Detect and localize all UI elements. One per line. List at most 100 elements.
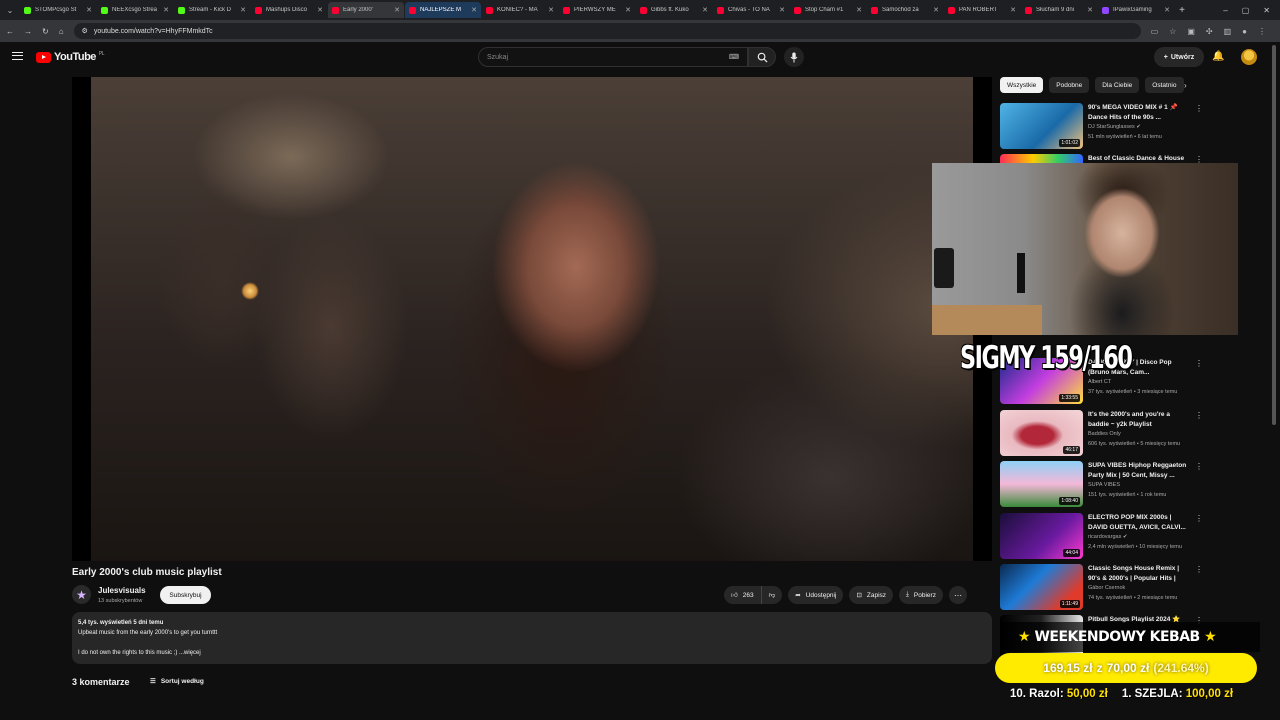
video-menu-icon[interactable]: ⋮ [1195, 359, 1203, 368]
video-thumbnail[interactable]: 46:17 [1000, 410, 1083, 456]
tab-close-icon[interactable]: ✕ [163, 6, 169, 14]
new-tab-button[interactable]: + [1175, 5, 1189, 16]
search-input[interactable]: Szukaj ⌨ [478, 47, 748, 67]
channel-avatar[interactable]: ★ [72, 585, 91, 604]
address-bar[interactable]: ⚙ youtube.com/watch?v=HhyFFMmkdTc [73, 23, 1141, 39]
video-channel[interactable]: ricardovargas ✔ [1088, 534, 1127, 540]
save-button[interactable]: ⊡ Zapisz [849, 586, 894, 604]
maximize-icon[interactable]: ▢ [1242, 6, 1250, 15]
forward-icon[interactable]: → [24, 27, 32, 36]
video-menu-icon[interactable]: ⋮ [1195, 565, 1203, 574]
browser-tab[interactable]: PAN ROBERT ✕ [944, 2, 1020, 18]
create-button[interactable]: + Utwórz [1154, 47, 1204, 67]
recommended-video[interactable]: 1:01:02 90's MEGA VIDEO MIX # 1 📌 Dance H… [1000, 103, 1205, 151]
menu-dots-icon[interactable]: ⋮ [1258, 27, 1266, 36]
tab-close-icon[interactable]: ✕ [856, 6, 862, 14]
home-icon[interactable]: ⌂ [59, 27, 64, 36]
tab-close-icon[interactable]: ✕ [317, 6, 323, 14]
browser-tab[interactable]: Early 2000' ✕ [328, 2, 404, 18]
browser-tab[interactable]: Stream - Kick D ✕ [174, 2, 250, 18]
video-thumbnail[interactable]: 1:01:02 [1000, 103, 1083, 149]
youtube-logo[interactable]: YouTube PL [36, 51, 105, 63]
share-button[interactable]: ➦ Udostępnij [788, 586, 844, 604]
user-avatar[interactable] [1241, 49, 1257, 65]
tab-close-icon[interactable]: ✕ [471, 6, 477, 14]
video-title-link[interactable]: ELECTRO POP MIX 2000s | DAVID GUETTA, AV… [1088, 513, 1188, 533]
browser-tab[interactable]: STOMPcsgo St ✕ [20, 2, 96, 18]
browser-tab[interactable]: Stop Cham #1 ✕ [790, 2, 866, 18]
download-button[interactable]: ⤓ Pobierz [899, 586, 943, 604]
tab-close-icon[interactable]: ✕ [779, 6, 785, 14]
more-actions-button[interactable]: ⋯ [948, 586, 967, 604]
tab-close-icon[interactable]: ✕ [86, 6, 92, 14]
video-menu-icon[interactable]: ⋮ [1195, 104, 1203, 113]
back-icon[interactable]: ← [6, 27, 14, 36]
sort-comments-button[interactable]: ☰ Sortuj według [150, 677, 204, 686]
search-button[interactable] [748, 47, 776, 67]
tab-close-icon[interactable]: ✕ [625, 6, 631, 14]
browser-tab[interactable]: Chivas - TO NA ✕ [713, 2, 789, 18]
video-title-link[interactable]: 90's MEGA VIDEO MIX # 1 📌 Dance Hits of … [1088, 103, 1188, 123]
video-title-link[interactable]: Classic Songs House Remix | 90's & 2000'… [1088, 564, 1188, 584]
video-channel[interactable]: Albert CT [1088, 379, 1111, 385]
recommended-video[interactable]: 44:04 ELECTRO POP MIX 2000s | DAVID GUETT… [1000, 513, 1205, 561]
dislike-button[interactable]: 👎︎ [760, 586, 783, 604]
recommended-video[interactable]: 1:08:40 SUPA VIBES Hiphop Reggaeton Party… [1000, 461, 1205, 509]
notifications-bell-icon[interactable]: 🔔 [1212, 51, 1224, 62]
browser-tab[interactable]: Gibbs ft. Kuko ✕ [636, 2, 712, 18]
filter-chip[interactable]: Dla Ciebie [1095, 77, 1140, 93]
video-channel[interactable]: Gábor Csernok [1088, 585, 1125, 591]
channel-name[interactable]: Julesvisuals [98, 586, 146, 595]
video-channel[interactable]: DJ StarSunglasses ✔ [1088, 124, 1141, 130]
site-info-icon[interactable]: ⚙ [82, 27, 88, 35]
minimize-icon[interactable]: – [1223, 6, 1227, 15]
tab-close-icon[interactable]: ✕ [394, 6, 400, 14]
extension-icon[interactable]: ▣ [1187, 27, 1195, 36]
video-thumbnail[interactable]: 1:11:49 [1000, 564, 1083, 610]
menu-icon[interactable] [12, 52, 23, 60]
reload-icon[interactable]: ↻ [42, 27, 49, 36]
page-scrollbar[interactable] [1272, 45, 1276, 425]
filter-chip[interactable]: Wszystkie [1000, 77, 1044, 93]
chevron-right-icon[interactable]: › [1184, 81, 1187, 90]
video-title-link[interactable]: It's the 2000's and you're a baddie ~ y2… [1088, 410, 1188, 430]
cast-icon[interactable]: ▭ [1151, 27, 1159, 36]
profile-icon[interactable]: ● [1242, 27, 1247, 36]
tab-close-icon[interactable]: ✕ [702, 6, 708, 14]
browser-tab[interactable]: Samochód za ✕ [867, 2, 943, 18]
video-channel[interactable]: Baddies Only [1088, 431, 1121, 437]
browser-tab[interactable]: IPawixGaming ✕ [1098, 2, 1174, 18]
video-title-link[interactable]: SUPA VIBES Hiphop Reggaeton Party Mix | … [1088, 461, 1188, 481]
video-thumbnail[interactable]: 1:08:40 [1000, 461, 1083, 507]
browser-tab[interactable]: NAJLEPSZE M ✕ [405, 2, 481, 18]
recommended-video[interactable]: 46:17 It's the 2000's and you're a baddie… [1000, 410, 1205, 458]
tab-close-icon[interactable]: ✕ [933, 6, 939, 14]
recommended-video[interactable]: 1:11:49 Classic Songs House Remix | 90's … [1000, 564, 1205, 612]
video-player[interactable] [72, 77, 992, 561]
voice-search-button[interactable] [784, 47, 804, 67]
video-channel[interactable]: SUPA VIBES [1088, 482, 1120, 488]
close-icon[interactable]: ✕ [1263, 6, 1270, 15]
filter-chip[interactable]: Ostatnio [1145, 77, 1184, 93]
video-menu-icon[interactable]: ⋮ [1195, 462, 1203, 471]
browser-tab[interactable]: NEEXcsgo Strea ✕ [97, 2, 173, 18]
description-box[interactable]: 5,4 tys. wyświetleń 5 dni temu Upbeat mu… [72, 612, 992, 664]
bookmark-star-icon[interactable]: ☆ [1169, 27, 1176, 36]
browser-tab[interactable]: KONIEC? - MA ✕ [482, 2, 558, 18]
filter-chip[interactable]: Podobne [1049, 77, 1090, 93]
video-menu-icon[interactable]: ⋮ [1195, 514, 1203, 523]
puzzle-icon[interactable]: ✣ [1206, 27, 1213, 36]
browser-tab[interactable]: PIERWSZY ME ✕ [559, 2, 635, 18]
browser-tab[interactable]: Słucham 9 dni ✕ [1021, 2, 1097, 18]
browser-tab[interactable]: Mashups Disco ✕ [251, 2, 327, 18]
split-icon[interactable]: ▥ [1224, 27, 1232, 36]
tab-close-icon[interactable]: ✕ [1164, 6, 1170, 14]
tab-close-icon[interactable]: ✕ [1010, 6, 1016, 14]
subscribe-button[interactable]: Subskrybuj [160, 586, 211, 604]
like-button[interactable]: 👍︎ 263 [724, 586, 761, 604]
video-thumbnail[interactable]: 44:04 [1000, 513, 1083, 559]
keyboard-icon[interactable]: ⌨ [729, 53, 739, 61]
tab-close-icon[interactable]: ✕ [240, 6, 246, 14]
tab-search-icon[interactable]: ⌄ [0, 0, 20, 20]
tab-close-icon[interactable]: ✕ [548, 6, 554, 14]
